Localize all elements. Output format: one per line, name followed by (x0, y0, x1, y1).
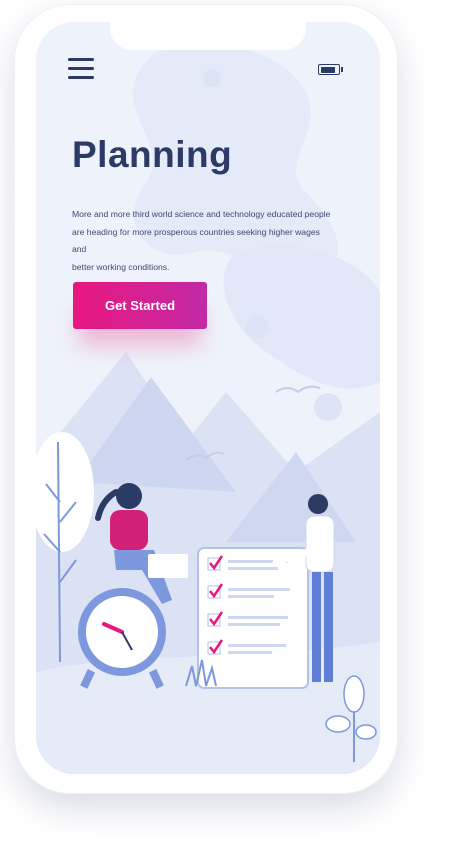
description-line-3: better working conditions. (72, 261, 170, 272)
decor-circle-2 (245, 315, 269, 339)
notch (110, 22, 306, 50)
battery-icon (318, 64, 343, 75)
woman-top (110, 510, 148, 550)
bird-icon (275, 385, 321, 394)
description: More and more third world science and te… (72, 206, 332, 276)
man-leg-right (324, 572, 333, 682)
phone-screen: Planning More and more third world scien… (36, 22, 380, 774)
volume-down-button (11, 190, 15, 220)
page-title: Planning (72, 134, 233, 175)
get-started-button[interactable]: Get Started (73, 282, 207, 329)
man-hair (308, 494, 328, 514)
plant-icon (343, 675, 365, 713)
man-leg-left (312, 572, 321, 682)
woman-hair (116, 483, 142, 509)
laptop-icon (148, 554, 188, 578)
decor-circle-3 (314, 393, 342, 421)
man-shirt (305, 515, 335, 573)
menu-line (68, 67, 94, 70)
plant-leaf-2 (355, 724, 377, 740)
volume-up-button (11, 144, 15, 174)
description-line-1: More and more third world science and te… (72, 209, 331, 219)
description-line-2: are heading for more prosperous countrie… (72, 226, 320, 255)
menu-line (68, 58, 94, 61)
power-button (397, 174, 401, 232)
hamburger-menu-icon[interactable] (68, 58, 94, 82)
menu-line (68, 76, 94, 79)
decor-circle (203, 69, 221, 87)
plant-leaf (325, 715, 351, 733)
